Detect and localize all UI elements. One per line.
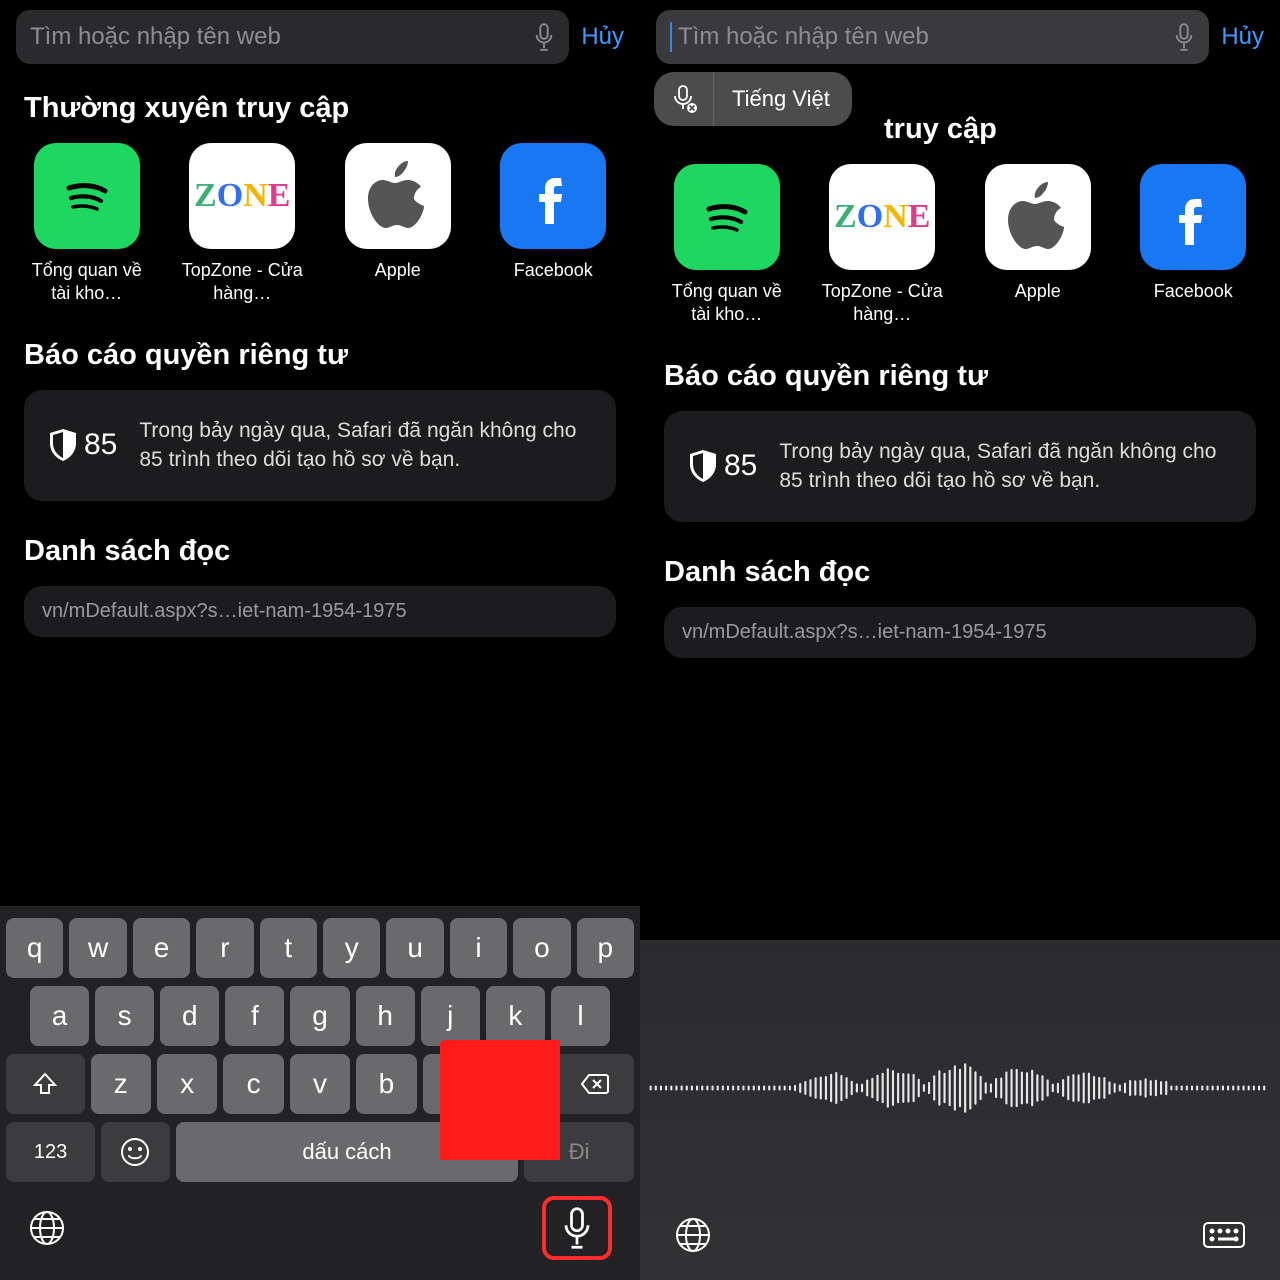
frequently-visited-title: Thường xuyên truy cập (24, 92, 616, 125)
reading-list-title: Danh sách đọc (24, 535, 616, 568)
go-key[interactable]: Đi (524, 1122, 634, 1182)
key-l[interactable]: l (551, 986, 610, 1046)
freq-item-topzone[interactable]: ZONE TopZone - Cửa hàng… (180, 143, 306, 305)
key-p[interactable]: p (577, 918, 634, 978)
freq-label: Apple (335, 259, 461, 305)
key-s[interactable]: s (95, 986, 154, 1046)
key-k[interactable]: k (486, 986, 545, 1046)
language-label: Tiếng Việt (714, 86, 830, 112)
dictation-panel (640, 940, 1280, 1280)
key-j[interactable]: j (421, 986, 480, 1046)
key-a[interactable]: a (30, 986, 89, 1046)
key-b[interactable]: b (356, 1054, 416, 1114)
shift-key[interactable] (6, 1054, 85, 1114)
dictation-mic-button[interactable] (542, 1196, 612, 1260)
apple-icon (345, 143, 451, 249)
mic-cancel-icon[interactable] (654, 72, 714, 126)
spotify-icon (34, 143, 140, 249)
tracker-number: 85 (724, 449, 757, 483)
privacy-report-title: Báo cáo quyền riêng tư (664, 360, 1256, 393)
key-m[interactable]: m (489, 1054, 549, 1114)
globe-icon[interactable] (28, 1209, 66, 1247)
freq-item-spotify[interactable]: Tổng quan về tài kho… (664, 164, 790, 326)
topzone-icon: ZONE (829, 164, 935, 270)
url-search-field[interactable]: Tìm hoặc nhập tên web (656, 10, 1209, 64)
globe-icon[interactable] (674, 1216, 712, 1254)
facebook-icon (500, 143, 606, 249)
key-f[interactable]: f (225, 986, 284, 1046)
backspace-key[interactable] (555, 1054, 634, 1114)
search-bar: Tìm hoặc nhập tên web Hủy (640, 0, 1280, 78)
reading-list-item[interactable]: vn/mDefault.aspx?s…iet-nam-1954-1975 (24, 586, 616, 637)
key-t[interactable]: t (260, 918, 317, 978)
key-e[interactable]: e (133, 918, 190, 978)
freq-label: TopZone - Cửa hàng… (180, 259, 306, 305)
numbers-key[interactable]: 123 (6, 1122, 95, 1182)
freq-item-apple[interactable]: Apple (975, 164, 1101, 326)
cancel-button[interactable]: Hủy (581, 23, 624, 51)
freq-label: Facebook (491, 259, 617, 305)
space-key[interactable]: dấu cách (176, 1122, 519, 1182)
key-w[interactable]: w (69, 918, 126, 978)
privacy-tracker-count: 85 (50, 428, 117, 462)
freq-item-facebook[interactable]: Facebook (1131, 164, 1257, 326)
freq-item-topzone[interactable]: ZONE TopZone - Cửa hàng… (820, 164, 946, 326)
privacy-report-card[interactable]: 85 Trong bảy ngày qua, Safari đã ngăn kh… (24, 390, 616, 501)
freq-label: Apple (975, 280, 1101, 326)
freq-label: Facebook (1131, 280, 1257, 326)
cancel-button[interactable]: Hủy (1221, 23, 1264, 51)
voice-waveform (640, 960, 1280, 1216)
reading-list-title: Danh sách đọc (664, 556, 1256, 589)
freq-label: Tổng quan về tài kho… (24, 259, 150, 305)
reading-list-item[interactable]: vn/mDefault.aspx?s…iet-nam-1954-1975 (664, 607, 1256, 658)
key-x[interactable]: x (157, 1054, 217, 1114)
key-y[interactable]: y (323, 918, 380, 978)
frequently-visited-grid: Tổng quan về tài kho… ZONE TopZone - Cửa… (24, 143, 616, 305)
url-search-field[interactable]: Tìm hoặc nhập tên web (16, 10, 569, 64)
freq-label: TopZone - Cửa hàng… (820, 280, 946, 326)
dictation-language-banner[interactable]: Tiếng Việt (654, 72, 852, 126)
mic-icon[interactable] (1173, 22, 1195, 52)
keyboard: qwertyuiop asdfghjkl zxcvbnm 123 dấu các… (0, 906, 640, 1280)
privacy-description: Trong bảy ngày qua, Safari đã ngăn không… (139, 416, 590, 475)
keyboard-icon[interactable] (1202, 1219, 1246, 1251)
left-pane: Tìm hoặc nhập tên web Hủy Thường xuyên t… (0, 0, 640, 1280)
search-placeholder: Tìm hoặc nhập tên web (678, 23, 1173, 51)
key-g[interactable]: g (290, 986, 349, 1046)
search-placeholder: Tìm hoặc nhập tên web (30, 23, 533, 51)
mic-icon[interactable] (533, 22, 555, 52)
text-caret (670, 22, 672, 52)
spotify-icon (674, 164, 780, 270)
privacy-tracker-count: 85 (690, 449, 757, 483)
key-i[interactable]: i (450, 918, 507, 978)
shield-icon (50, 429, 76, 461)
key-u[interactable]: u (386, 918, 443, 978)
shield-icon (690, 450, 716, 482)
privacy-report-card[interactable]: 85 Trong bảy ngày qua, Safari đã ngăn kh… (664, 411, 1256, 522)
privacy-report-title: Báo cáo quyền riêng tư (24, 339, 616, 372)
facebook-icon (1140, 164, 1246, 270)
key-d[interactable]: d (160, 986, 219, 1046)
tracker-number: 85 (84, 428, 117, 462)
key-r[interactable]: r (196, 918, 253, 978)
freq-label: Tổng quan về tài kho… (664, 280, 790, 326)
key-h[interactable]: h (356, 986, 415, 1046)
freq-item-apple[interactable]: Apple (335, 143, 461, 305)
frequently-visited-grid: Tổng quan về tài kho… ZONE TopZone - Cửa… (664, 164, 1256, 326)
right-pane: Tìm hoặc nhập tên web Hủy Tiếng Việt . t… (640, 0, 1280, 1280)
topzone-icon: ZONE (189, 143, 295, 249)
key-o[interactable]: o (513, 918, 570, 978)
freq-item-facebook[interactable]: Facebook (491, 143, 617, 305)
key-n[interactable]: n (423, 1054, 483, 1114)
privacy-description: Trong bảy ngày qua, Safari đã ngăn không… (779, 437, 1230, 496)
freq-item-spotify[interactable]: Tổng quan về tài kho… (24, 143, 150, 305)
apple-icon (985, 164, 1091, 270)
key-q[interactable]: q (6, 918, 63, 978)
key-c[interactable]: c (223, 1054, 283, 1114)
frequently-visited-title-partial: truy cập (884, 113, 1256, 146)
emoji-key[interactable] (101, 1122, 170, 1182)
key-v[interactable]: v (290, 1054, 350, 1114)
search-bar: Tìm hoặc nhập tên web Hủy (0, 0, 640, 78)
key-z[interactable]: z (91, 1054, 151, 1114)
